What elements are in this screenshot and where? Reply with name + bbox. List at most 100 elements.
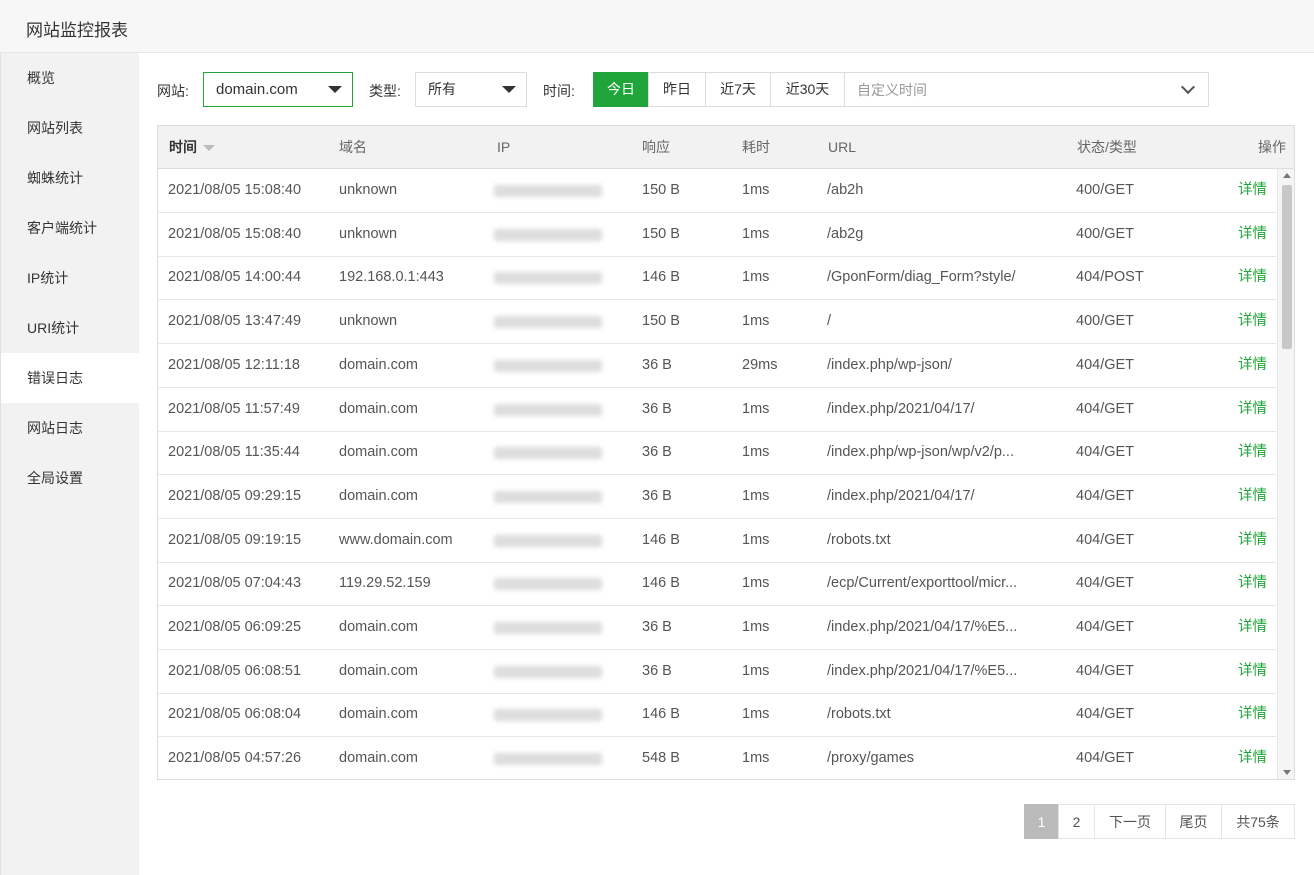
cell-ip-redacted [494,316,602,329]
cell-url: /robots.txt [827,706,891,723]
cell-url: /robots.txt [827,531,891,548]
time-30days-button[interactable]: 近30天 [770,72,845,107]
scroll-down-icon[interactable] [1283,770,1291,775]
cell-domain: www.domain.com [339,531,453,548]
caret-down-icon [328,86,342,93]
detail-link[interactable]: 详情 [1238,169,1267,212]
cell-ip-redacted [494,753,602,766]
chevron-down-icon[interactable] [1180,79,1196,95]
table-header: 时间 域名 IP 响应 耗时 URL 状态/类型 操作 [158,126,1294,169]
sidebar-item-1[interactable]: 网站列表 [1,103,140,153]
table-row: 2021/08/05 07:04:43 119.29.52.159 146 B 1ms… [158,562,1276,607]
column-header-time[interactable]: 时间 [169,126,215,169]
sidebar-item-0[interactable]: 概览 [1,53,140,103]
type-select[interactable]: 所有 [415,72,527,107]
custom-time-input[interactable] [845,73,1145,106]
detail-link[interactable]: 详情 [1238,693,1267,736]
sort-desc-icon[interactable] [203,145,215,152]
cell-duration: 1ms [742,706,770,723]
cell-status: 400/GET [1076,182,1135,198]
cell-response: 146 B [642,706,680,723]
sidebar-item-7[interactable]: 网站日志 [1,403,140,453]
cell-response: 36 B [642,356,672,373]
type-select-value: 所有 [428,81,456,97]
detail-link[interactable]: 详情 [1238,431,1267,474]
cell-ip-redacted [494,185,602,197]
cell-duration: 1ms [742,575,770,592]
cell-response: 36 B [642,619,672,635]
detail-link[interactable]: 详情 [1238,519,1267,562]
cell-response: 146 B [642,531,680,548]
cell-duration: 1ms [742,225,770,242]
cell-domain: domain.com [339,444,418,461]
cell-duration: 1ms [742,531,770,548]
table-row: 2021/08/05 15:08:40 unknown 150 B 1ms/ab2g 4… [158,213,1276,257]
time-7days-button[interactable]: 近7天 [705,72,771,107]
time-today-button[interactable]: 今日 [593,72,649,107]
scroll-up-icon[interactable] [1283,173,1291,178]
cell-status: 404/GET [1076,706,1135,723]
page-title: 网站监控报表 [26,21,128,40]
time-yesterday-button[interactable]: 昨日 [648,72,706,107]
cell-status: 404/GET [1076,750,1135,767]
cell-status: 404/GET [1076,487,1135,504]
cell-url: /index.php/2021/04/17/%E5... [827,662,1018,679]
column-header-domain: 域名 [339,139,367,155]
cell-ip-redacted [494,359,602,372]
cell-url: /index.php/wp-json/ [827,356,952,373]
cell-time: 2021/08/05 09:19:15 [168,531,302,548]
cell-time: 2021/08/05 04:57:26 [168,750,302,767]
sidebar-item-2[interactable]: 蜘蛛统计 [1,153,140,203]
cell-url: /ecp/Current/exporttool/micr... [827,575,1018,592]
detail-link[interactable]: 详情 [1238,606,1267,649]
site-select[interactable]: domain.com [203,72,353,107]
scrollbar-thumb[interactable] [1282,185,1292,349]
cell-response: 36 B [642,444,672,461]
cell-url: /index.php/2021/04/17/%E5... [827,619,1018,635]
filter-toolbar: 网站: domain.com 类型: 所有 时间: 今日 昨日 近7天 近30天 [139,53,1314,126]
sidebar-item-5[interactable]: URI统计 [1,303,140,353]
cell-url: /ab2h [827,182,864,198]
detail-link[interactable]: 详情 [1238,300,1267,343]
cell-duration: 29ms [742,356,778,373]
cell-time: 2021/08/05 14:00:44 [168,269,302,286]
column-header-ip: IP [497,139,511,155]
table-row: 2021/08/05 14:00:44 192.168.0.1:443 146 B 1… [158,256,1276,301]
sidebar-item-4[interactable]: IP统计 [1,253,140,303]
last-page-button[interactable]: 尾页 [1165,804,1222,839]
cell-response: 146 B [642,269,680,286]
table-row: 2021/08/05 12:11:18 domain.com 36 B 29ms/in… [158,344,1276,388]
column-header-response: 响应 [642,139,670,155]
detail-link[interactable]: 详情 [1238,475,1267,518]
cell-status: 404/GET [1076,400,1135,417]
custom-time-picker[interactable] [844,72,1209,107]
table-scrollbar[interactable] [1277,169,1294,779]
detail-link[interactable]: 详情 [1238,562,1267,605]
sidebar-item-6[interactable]: 错误日志 [1,353,140,403]
cell-time: 2021/08/05 15:08:40 [168,182,302,198]
cell-domain: domain.com [339,706,418,723]
next-page-button[interactable]: 下一页 [1094,804,1166,839]
detail-link[interactable]: 详情 [1238,388,1267,431]
detail-link[interactable]: 详情 [1238,737,1267,779]
page-1-button[interactable]: 1 [1024,804,1059,839]
cell-status: 404/GET [1076,575,1135,592]
cell-response: 36 B [642,487,672,504]
cell-response: 36 B [642,662,672,679]
detail-link[interactable]: 详情 [1238,213,1267,256]
cell-time: 2021/08/05 06:08:51 [168,662,302,679]
cell-status: 404/GET [1076,662,1135,679]
column-header-time-label: 时间 [169,139,197,155]
sidebar-item-8[interactable]: 全局设置 [1,453,140,503]
detail-link[interactable]: 详情 [1238,256,1267,299]
detail-link[interactable]: 详情 [1238,650,1267,693]
cell-ip-redacted [494,665,602,678]
error-log-table: 时间 域名 IP 响应 耗时 URL 状态/类型 操作 2021/08/05 1… [157,125,1295,780]
cell-domain: domain.com [339,619,418,635]
detail-link[interactable]: 详情 [1238,344,1267,387]
type-label: 类型: [369,83,401,99]
page-2-button[interactable]: 2 [1058,804,1095,839]
cell-ip-redacted [494,272,602,285]
table-row: 2021/08/05 13:47:49 unknown 150 B 1ms / 400/G… [158,300,1276,345]
sidebar-item-3[interactable]: 客户端统计 [1,203,140,253]
